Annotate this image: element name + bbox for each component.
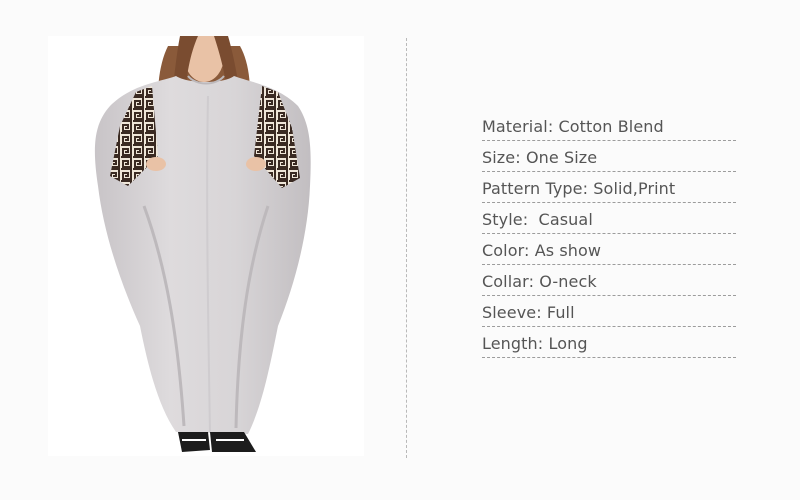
spec-key: Collar [482,272,529,291]
spec-value: Long [548,334,588,353]
spec-value: Cotton Blend [558,117,664,136]
spec-key: Color [482,241,524,260]
spec-row-style: Style: Casual [482,205,736,234]
spec-key: Length [482,334,538,353]
spec-value: O-neck [539,272,597,291]
spec-row-color: Color: As show [482,236,736,265]
spec-row-material: Material: Cotton Blend [482,112,736,141]
spec-value: Full [546,303,575,322]
spec-key: Sleeve [482,303,537,322]
product-photo [48,36,364,456]
spec-row-size: Size: One Size [482,143,736,172]
spec-row-collar: Collar: O-neck [482,267,736,296]
spec-key: Material [482,117,548,136]
product-detail-page: Material: Cotton Blend Size: One Size Pa… [0,0,800,500]
spec-row-sleeve: Sleeve: Full [482,298,736,327]
product-spec-list: Material: Cotton Blend Size: One Size Pa… [482,112,736,360]
spec-value: Solid,Print [593,179,676,198]
spec-value: Casual [533,210,593,229]
spec-row-length: Length: Long [482,329,736,358]
spec-key: Pattern Type [482,179,583,198]
spec-row-pattern-type: Pattern Type: Solid,Print [482,174,736,203]
dress-model-image [94,36,311,452]
spec-value: One Size [525,148,598,167]
spec-key: Style [482,210,523,229]
vertical-divider [406,38,407,458]
spec-key: Size [482,148,516,167]
spec-value: As show [534,241,602,260]
